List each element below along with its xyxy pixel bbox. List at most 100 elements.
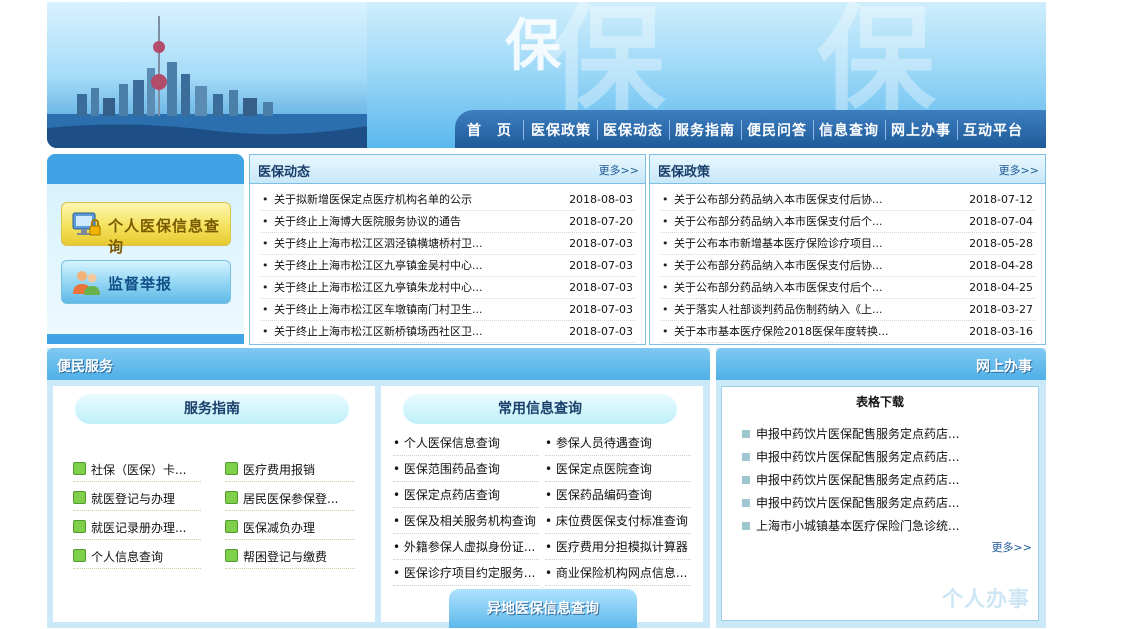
query-item[interactable]: • 医疗费用分担模拟计算器 xyxy=(545,535,691,560)
guide-item-label: 就医登记与办理 xyxy=(91,492,176,506)
guide-item[interactable]: 医疗费用报销 xyxy=(225,459,355,482)
policy-item-title[interactable]: 关于公布部分药品纳入本市医保支付后个... xyxy=(674,211,883,232)
policy-item-title[interactable]: 关于公布本市新增基本医疗保险诊疗项目... xyxy=(674,233,883,254)
list-item[interactable]: • 关于终止上海市松江区九亭镇朱龙村中心... 2018-07-03 xyxy=(260,277,635,299)
supervision-report-button[interactable]: 监督举报 xyxy=(61,260,231,304)
bullet-icon: • xyxy=(662,237,669,250)
list-item[interactable]: • 关于终止上海市松江区车墩镇南门村卫生... 2018-07-03 xyxy=(260,299,635,321)
supervision-report-label: 监督举报 xyxy=(108,275,173,293)
query-item[interactable]: • 医保诊疗项目约定服务... xyxy=(393,561,539,586)
policy-item-title[interactable]: 关于公布部分药品纳入本市医保支付后协... xyxy=(674,189,883,210)
policy-item-title[interactable]: 关于本市基本医疗保险2018医保年度转换... xyxy=(674,321,888,342)
list-item[interactable]: • 关于终止上海市松江区泗泾镇横塘桥村卫... 2018-07-03 xyxy=(260,233,635,255)
square-bullet-icon xyxy=(742,499,750,507)
bullet-icon: • xyxy=(662,303,669,316)
news-item-title[interactable]: 关于终止上海博大医院服务协议的通告 xyxy=(274,211,461,232)
list-item[interactable]: • 关于公布部分药品纳入本市医保支付后个... 2018-04-25 xyxy=(660,277,1035,299)
main-nav: 首 页 医保政策 医保动态 服务指南 便民问答 信息查询 网上办事 互动平台 xyxy=(455,110,1046,148)
guide-item[interactable]: 帮困登记与缴费 xyxy=(225,546,355,569)
list-item[interactable]: • 关于公布本市新增基本医疗保险诊疗项目... 2018-05-28 xyxy=(660,233,1035,255)
guide-item[interactable]: 就医记录册办理... xyxy=(73,517,201,540)
policy-item-date: 2018-05-28 xyxy=(969,237,1033,250)
news-item-title[interactable]: 关于终止上海市松江区九亭镇朱龙村中心... xyxy=(274,277,483,298)
query-item[interactable]: • 商业保险机构网点信息... xyxy=(545,561,691,586)
nav-qa[interactable]: 便民问答 xyxy=(747,120,807,140)
list-item[interactable]: • 关于公布部分药品纳入本市医保支付后个... 2018-07-04 xyxy=(660,211,1035,233)
query-item-label: 商业保险机构网点信息... xyxy=(555,566,688,580)
query-item-label: 个人医保信息查询 xyxy=(403,436,500,450)
news-item-title[interactable]: 关于终止上海市松江区九亭镇金吴村中心... xyxy=(274,255,483,276)
query-item[interactable]: • 床位费医保支付标准查询 xyxy=(545,509,691,534)
guide-item-label: 就医记录册办理... xyxy=(91,521,187,535)
guide-item[interactable]: 社保（医保）卡... xyxy=(73,459,201,482)
online-service-header: 网上办事 xyxy=(716,348,1046,380)
nav-guide[interactable]: 服务指南 xyxy=(675,120,735,140)
arrow-icon xyxy=(73,520,86,533)
list-item[interactable]: • 关于拟新增医保定点医疗机构名单的公示 2018-08-03 xyxy=(260,189,635,211)
service-guide-panel: 服务指南 社保（医保）卡... 医疗费用报销 就医登记与办理 居民医保参保登..… xyxy=(53,386,375,622)
bullet-icon: • xyxy=(262,281,269,294)
policy-item-title[interactable]: 关于落实人社部谈判药品伤制药纳入《上... xyxy=(674,299,883,320)
form-item[interactable]: 申报中药饮片医保配售服务定点药店... xyxy=(742,471,959,488)
remote-insurance-query-button[interactable]: 异地医保信息查询 xyxy=(449,589,637,628)
nav-interaction[interactable]: 互动平台 xyxy=(963,120,1023,140)
query-item[interactable]: • 个人医保信息查询 xyxy=(393,431,539,456)
guide-item-label: 社保（医保）卡... xyxy=(91,463,187,477)
form-item-label: 上海市小城镇基本医疗保险门急诊统... xyxy=(756,519,960,533)
list-item[interactable]: • 关于公布部分药品纳入本市医保支付后协... 2018-07-12 xyxy=(660,189,1035,211)
form-item[interactable]: 申报中药饮片医保配售服务定点药店... xyxy=(742,425,959,442)
query-item[interactable]: • 医保定点药店查询 xyxy=(393,483,539,508)
news-more-link[interactable]: 更多>> xyxy=(599,162,639,178)
news-item-title[interactable]: 关于终止上海市松江区新桥镇场西社区卫... xyxy=(274,321,483,342)
computer-lock-icon xyxy=(72,212,101,236)
news-item-date: 2018-07-20 xyxy=(569,215,633,228)
nav-home[interactable]: 首 页 xyxy=(467,120,512,140)
query-item[interactable]: • 参保人员待遇查询 xyxy=(545,431,691,456)
policy-item-title[interactable]: 关于公布部分药品纳入本市医保支付后个... xyxy=(674,277,883,298)
guide-item[interactable]: 就医登记与办理 xyxy=(73,488,201,511)
query-item[interactable]: • 医保药品编码查询 xyxy=(545,483,691,508)
quick-links-footer-bar xyxy=(47,334,244,344)
news-item-date: 2018-07-03 xyxy=(569,303,633,316)
nav-divider xyxy=(813,120,814,140)
query-item[interactable]: • 医保定点医院查询 xyxy=(545,457,691,482)
guide-item[interactable]: 医保减负办理 xyxy=(225,517,355,540)
query-item[interactable]: • 医保及相关服务机构查询 xyxy=(393,509,539,534)
list-item[interactable]: • 关于终止上海市松江区新桥镇场西社区卫... 2018-07-03 xyxy=(260,321,635,343)
guide-item[interactable]: 居民医保参保登... xyxy=(225,488,355,511)
list-item[interactable]: • 关于本市基本医疗保险2018医保年度转换... 2018-03-16 xyxy=(660,321,1035,343)
guide-item-label: 帮困登记与缴费 xyxy=(243,550,328,564)
news-item-title[interactable]: 关于终止上海市松江区车墩镇南门村卫生... xyxy=(274,299,483,320)
form-item[interactable]: 上海市小城镇基本医疗保险门急诊统... xyxy=(742,517,959,534)
guide-item[interactable]: 个人信息查询 xyxy=(73,546,201,569)
form-item[interactable]: 申报中药饮片医保配售服务定点药店... xyxy=(742,494,959,511)
nav-info-query[interactable]: 信息查询 xyxy=(819,120,879,140)
query-item-label: 医保定点医院查询 xyxy=(555,462,652,476)
online-service-title: 网上办事 xyxy=(976,359,1032,375)
list-item[interactable]: • 关于落实人社部谈判药品伤制药纳入《上... 2018-03-27 xyxy=(660,299,1035,321)
skyline-graphic xyxy=(47,16,367,148)
form-item-label: 申报中药饮片医保配售服务定点药店... xyxy=(756,473,960,487)
query-item[interactable]: • 外籍参保人虚拟身份证... xyxy=(393,535,539,560)
query-item[interactable]: • 医保范围药品查询 xyxy=(393,457,539,482)
news-item-date: 2018-07-03 xyxy=(569,259,633,272)
policy-more-link[interactable]: 更多>> xyxy=(999,162,1039,178)
policy-panel-header: 医保政策 更多>> xyxy=(650,155,1045,184)
forms-download-panel: 表格下载 申报中药饮片医保配售服务定点药店... 申报中药饮片医保配售服务定点药… xyxy=(721,386,1039,621)
news-item-title[interactable]: 关于拟新增医保定点医疗机构名单的公示 xyxy=(274,189,472,210)
form-item-label: 申报中药饮片医保配售服务定点药店... xyxy=(756,496,960,510)
nav-online-service[interactable]: 网上办事 xyxy=(891,120,951,140)
list-item[interactable]: • 关于公布部分药品纳入本市医保支付后协... 2018-04-28 xyxy=(660,255,1035,277)
policy-item-title[interactable]: 关于公布部分药品纳入本市医保支付后协... xyxy=(674,255,883,276)
form-item[interactable]: 申报中药饮片医保配售服务定点药店... xyxy=(742,448,959,465)
query-item-label: 医保范围药品查询 xyxy=(403,462,500,476)
list-item[interactable]: • 关于终止上海博大医院服务协议的通告 2018-07-20 xyxy=(260,211,635,233)
personal-insurance-query-button[interactable]: 个人医保信息查询 xyxy=(61,202,231,256)
news-item-title[interactable]: 关于终止上海市松江区泗泾镇横塘桥村卫... xyxy=(274,233,483,254)
nav-policy[interactable]: 医保政策 xyxy=(531,120,591,140)
form-item-label: 申报中药饮片医保配售服务定点药店... xyxy=(756,427,960,441)
nav-news[interactable]: 医保动态 xyxy=(603,120,663,140)
forms-more-link[interactable]: 更多>> xyxy=(992,539,1032,555)
list-item[interactable]: • 关于终止上海市松江区九亭镇金吴村中心... 2018-07-03 xyxy=(260,255,635,277)
query-item-label: 医保及相关服务机构查询 xyxy=(403,514,536,528)
